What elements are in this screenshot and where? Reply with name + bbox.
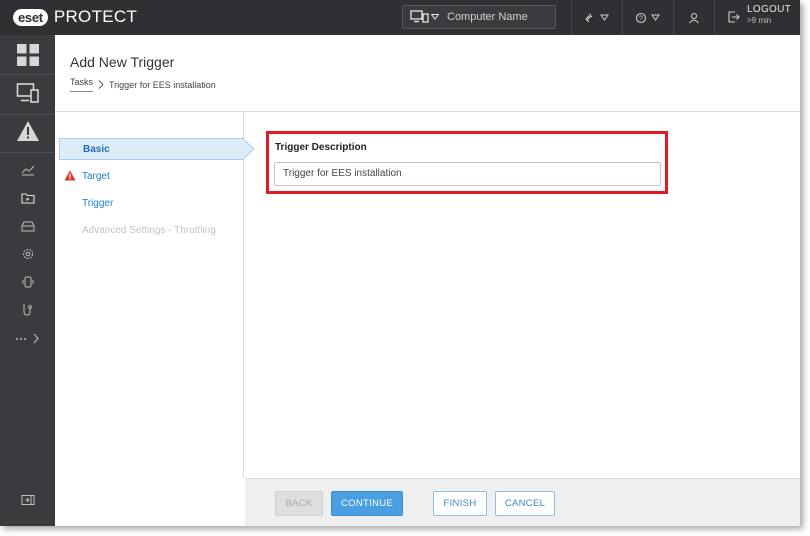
logout-label: LOGOUT	[747, 4, 792, 15]
step-label: Target	[82, 170, 110, 182]
app-window: eset PROTECT Computer Name ? LOGOUT >9 m…	[0, 0, 800, 526]
divider	[0, 74, 55, 75]
step-trigger[interactable]: Trigger	[59, 192, 244, 214]
user-icon	[689, 12, 699, 23]
wizard-footer: BACK CONTINUE FINISH CANCEL	[245, 478, 800, 526]
warning-icon	[64, 170, 76, 181]
sidebar-item-policies[interactable]	[0, 246, 55, 262]
step-label: Advanced Settings - Throttling	[82, 224, 216, 236]
warning-icon	[16, 121, 39, 141]
logo-badge: eset	[13, 8, 48, 26]
top-bar: eset PROTECT Computer Name ? LOGOUT >9 m…	[0, 0, 800, 35]
session-timer: >9 min	[747, 16, 772, 25]
page-header: Add New Trigger Tasks Trigger for EES in…	[55, 35, 800, 112]
svg-text:?: ?	[639, 15, 643, 22]
divider	[0, 152, 55, 153]
collapse-sidebar-button[interactable]	[0, 492, 55, 508]
chevron-right-icon	[98, 80, 104, 89]
breadcrumb: Tasks Trigger for EES installation	[70, 77, 216, 92]
step-advanced-settings: Advanced Settings - Throttling	[59, 219, 244, 241]
dashboard-icon	[16, 44, 39, 66]
computer-type-icon[interactable]	[410, 10, 430, 24]
back-button: BACK	[275, 491, 323, 516]
reports-chart-icon	[21, 165, 34, 176]
product-name: PROTECT	[53, 7, 138, 26]
divider	[714, 0, 715, 35]
wizard-content: Trigger Description Trigger for EES inst…	[245, 112, 800, 478]
step-label: Basic	[83, 143, 110, 155]
finish-button[interactable]: FINISH	[433, 491, 487, 516]
logout-button[interactable]: LOGOUT >9 min	[727, 4, 791, 25]
sidebar-item-notifications[interactable]	[0, 274, 55, 290]
help-icon: ?	[635, 12, 660, 23]
main-panel: Add New Trigger Tasks Trigger for EES in…	[55, 35, 800, 526]
sidebar-item-more[interactable]	[0, 330, 55, 346]
trigger-description-input[interactable]: Trigger for EES installation	[274, 162, 661, 186]
installer-tray-icon	[21, 221, 34, 232]
eset-logo: eset PROTECT	[13, 7, 138, 26]
computers-icon	[16, 83, 39, 103]
sidebar-item-computers[interactable]	[0, 79, 55, 107]
trigger-description-label: Trigger Description	[275, 142, 367, 153]
status-overview-icon	[23, 304, 32, 316]
chevron-down-icon[interactable]	[431, 14, 439, 20]
sidebar-item-tasks[interactable]	[0, 190, 55, 206]
user-menu-button[interactable]	[674, 0, 714, 35]
page-title: Add New Trigger	[70, 54, 175, 70]
links-menu-button[interactable]	[572, 0, 622, 35]
sidebar-item-reports[interactable]	[0, 162, 55, 178]
divider	[0, 114, 55, 115]
sidebar-item-status-overview[interactable]	[0, 302, 55, 318]
cancel-button[interactable]: CANCEL	[495, 491, 555, 516]
search-input[interactable]: Computer Name	[447, 11, 528, 23]
sidebar-item-detections[interactable]	[0, 117, 55, 145]
breadcrumb-tasks-link[interactable]: Tasks	[70, 77, 94, 92]
help-menu-button[interactable]: ?	[623, 0, 673, 35]
computer-search[interactable]: Computer Name	[402, 5, 556, 29]
main-sidebar	[0, 35, 55, 526]
link-icon	[585, 13, 609, 22]
logout-icon	[728, 11, 740, 23]
continue-button[interactable]: CONTINUE	[331, 491, 403, 516]
breadcrumb-current: Trigger for EES installation	[109, 79, 216, 90]
sidebar-item-dashboard[interactable]	[0, 41, 55, 69]
gear-icon	[22, 248, 33, 260]
folder-icon	[20, 193, 35, 204]
wizard-steps: Basic Target Trigger Advanced Settings -…	[55, 112, 255, 478]
notification-icon	[22, 276, 33, 288]
step-label: Trigger	[82, 197, 114, 209]
step-target[interactable]: Target	[59, 165, 244, 187]
sidebar-item-installers[interactable]	[0, 218, 55, 234]
more-icon	[15, 333, 39, 344]
collapse-icon	[21, 495, 34, 505]
step-basic[interactable]: Basic	[59, 138, 255, 160]
